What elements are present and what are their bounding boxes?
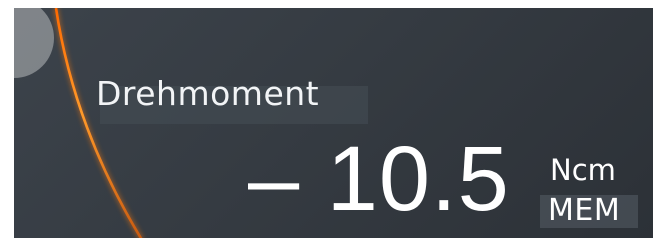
measurement-label: Drehmoment: [96, 74, 320, 113]
memory-badge[interactable]: MEM: [548, 193, 620, 228]
torque-value: – 10.5: [248, 128, 510, 230]
unit-label: Ncm: [550, 153, 616, 187]
